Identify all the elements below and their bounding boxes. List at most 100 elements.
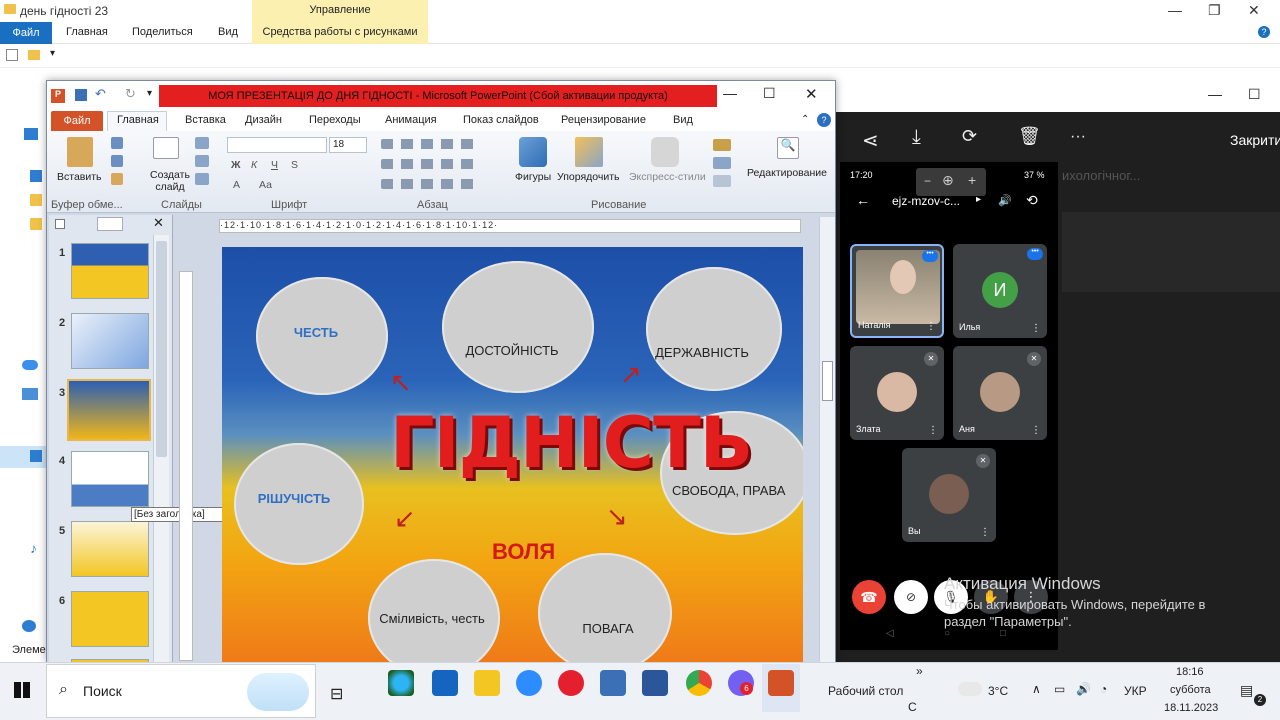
participant-tile-self[interactable]: ✕ Вы ⋮ bbox=[902, 448, 996, 542]
layout-icon[interactable] bbox=[195, 137, 209, 149]
paragraph-buttons-icon[interactable] bbox=[381, 179, 481, 189]
notification-icon[interactable]: ▤ bbox=[1240, 682, 1253, 699]
tab-slideshow[interactable]: Показ слайдов bbox=[463, 114, 539, 126]
wifi-icon[interactable]: ◔ bbox=[1100, 682, 1107, 696]
slide-thumbnail[interactable] bbox=[71, 521, 149, 577]
weather-temp[interactable]: 3°C bbox=[988, 684, 1008, 698]
tab-animations[interactable]: Анимация bbox=[385, 114, 437, 126]
download-icon[interactable] bbox=[30, 450, 42, 462]
weather-icon[interactable] bbox=[958, 682, 982, 696]
shape-effects-icon[interactable] bbox=[713, 175, 731, 187]
close-pane-icon[interactable]: ✕ bbox=[153, 215, 164, 231]
show-hidden-icons[interactable]: ∧ bbox=[1032, 682, 1041, 696]
clock-day[interactable]: суббота bbox=[1170, 684, 1211, 696]
switch-camera-icon[interactable]: ⟲ bbox=[1026, 192, 1038, 209]
slide-thumbnail[interactable] bbox=[71, 451, 149, 507]
quick-styles-icon[interactable] bbox=[651, 137, 679, 167]
explorer-tab-share[interactable]: Поделиться bbox=[132, 26, 193, 38]
store-icon[interactable] bbox=[600, 670, 626, 696]
explorer-manage-tab[interactable]: Управление Средства работы с рисунками bbox=[252, 0, 428, 44]
explorer-icon[interactable] bbox=[474, 670, 500, 696]
quick-styles-button[interactable]: Экспресс-стили bbox=[629, 171, 706, 183]
shapes-button[interactable]: Фигуры bbox=[515, 171, 551, 183]
help-icon[interactable]: ? bbox=[1258, 26, 1270, 38]
word-icon[interactable] bbox=[642, 670, 668, 696]
computer-icon[interactable] bbox=[22, 388, 38, 400]
help-icon[interactable]: ? bbox=[817, 113, 831, 127]
download-icon[interactable]: ⤓ bbox=[912, 126, 921, 149]
dropdown-icon[interactable]: ▾ bbox=[50, 48, 55, 59]
windows-start-icon[interactable] bbox=[14, 682, 30, 698]
more-options-icon[interactable]: ⋮ bbox=[980, 527, 990, 538]
slide-thumbnail[interactable] bbox=[71, 243, 149, 299]
tab-insert[interactable]: Вставка bbox=[185, 114, 226, 126]
reset-icon[interactable] bbox=[195, 155, 209, 167]
arrange-button[interactable]: Упорядочить bbox=[557, 171, 619, 183]
desktop-toolbar[interactable]: Рабочий стол bbox=[828, 684, 903, 698]
language-indicator[interactable]: УКР bbox=[1124, 684, 1147, 698]
zoom-in-icon[interactable]: + bbox=[968, 172, 976, 188]
powerpoint-taskbar-icon[interactable] bbox=[768, 670, 794, 696]
zoom-control[interactable]: − ⊕ + bbox=[916, 168, 986, 196]
tab-file[interactable]: Файл bbox=[51, 111, 103, 131]
scrollbar-thumb[interactable] bbox=[822, 361, 833, 401]
undo-icon[interactable]: ↶ bbox=[95, 86, 106, 102]
shape-fill-icon[interactable] bbox=[713, 139, 731, 151]
slides-tab-icon[interactable] bbox=[97, 217, 123, 231]
close-viewer-button[interactable]: Закрити bbox=[1230, 132, 1280, 148]
underline-icon[interactable]: Ч bbox=[271, 159, 278, 171]
rotate-icon[interactable]: ⟳ bbox=[962, 126, 977, 147]
maximize-icon[interactable]: ❐ bbox=[1208, 2, 1221, 19]
network-icon[interactable] bbox=[22, 620, 36, 632]
chevron-up-icon[interactable]: » bbox=[916, 664, 923, 678]
cloud-shape[interactable] bbox=[538, 553, 672, 663]
collapse-ribbon-icon[interactable]: ⌃ bbox=[801, 114, 809, 125]
cloud-icon[interactable] bbox=[22, 360, 38, 370]
folder-icon[interactable] bbox=[28, 50, 40, 60]
slide-thumbnail-selected[interactable] bbox=[67, 379, 151, 441]
minimize-icon[interactable]: — bbox=[1168, 2, 1182, 18]
slide-canvas[interactable]: ЧЕСТЬ ДОСТОЙНІСТЬ ДЕРЖАВНІСТЬ РІШУЧІСТЬ … bbox=[222, 247, 803, 663]
star-icon[interactable] bbox=[24, 128, 38, 140]
more-options-icon[interactable]: ⋮ bbox=[1031, 425, 1041, 436]
android-home-icon[interactable]: ○ bbox=[944, 628, 950, 639]
speaker-icon[interactable]: 🔊 bbox=[998, 194, 1012, 207]
paste-icon[interactable] bbox=[67, 137, 93, 167]
participant-tile[interactable]: ✕ Аня ⋮ bbox=[953, 346, 1047, 440]
cut-icon[interactable] bbox=[111, 137, 123, 149]
more-icon[interactable]: ··· bbox=[1070, 128, 1086, 146]
italic-icon[interactable]: К bbox=[251, 159, 257, 171]
tab-review[interactable]: Рецензирование bbox=[561, 114, 646, 126]
taskbar-search[interactable]: ⌕ Поиск bbox=[46, 664, 316, 718]
new-slide-button[interactable]: Создать слайд bbox=[147, 169, 193, 193]
save-icon[interactable] bbox=[75, 89, 87, 101]
opera-icon[interactable] bbox=[558, 670, 584, 696]
participant-tile[interactable]: ••• Наталія ⋮ bbox=[850, 244, 944, 338]
desktop-icon[interactable] bbox=[30, 170, 42, 182]
close-icon[interactable]: ✕ bbox=[805, 85, 818, 103]
font-name-select[interactable] bbox=[227, 137, 327, 153]
more-options-icon[interactable]: ⋮ bbox=[1031, 323, 1041, 334]
chrome-icon[interactable] bbox=[686, 670, 712, 696]
cloud-shape[interactable] bbox=[646, 267, 782, 391]
section-icon[interactable] bbox=[195, 173, 209, 185]
format-painter-icon[interactable] bbox=[111, 173, 123, 185]
folder-icon[interactable] bbox=[30, 194, 42, 206]
scrollbar-thumb[interactable] bbox=[156, 241, 167, 457]
change-case-icon[interactable]: Аа bbox=[259, 179, 272, 191]
volume-icon[interactable]: 🔊 bbox=[1076, 682, 1091, 696]
shape-outline-icon[interactable] bbox=[713, 157, 731, 169]
paste-button[interactable]: Вставить bbox=[57, 171, 102, 183]
android-back-icon[interactable]: ◁ bbox=[886, 628, 894, 639]
tab-home[interactable]: Главная bbox=[107, 111, 167, 131]
edge-icon[interactable] bbox=[388, 670, 414, 696]
battery-icon[interactable]: ▭ bbox=[1054, 682, 1065, 696]
slide-scrollbar[interactable] bbox=[819, 217, 835, 663]
outline-tab-icon[interactable] bbox=[55, 219, 65, 229]
minimize-icon[interactable]: — bbox=[1208, 86, 1222, 102]
properties-icon[interactable] bbox=[6, 49, 18, 61]
new-slide-icon[interactable] bbox=[153, 137, 179, 159]
zoom-app-icon[interactable] bbox=[516, 670, 542, 696]
cloud-shape[interactable] bbox=[442, 261, 594, 393]
slide-title[interactable]: ГІДНІСТЬ bbox=[390, 402, 753, 484]
